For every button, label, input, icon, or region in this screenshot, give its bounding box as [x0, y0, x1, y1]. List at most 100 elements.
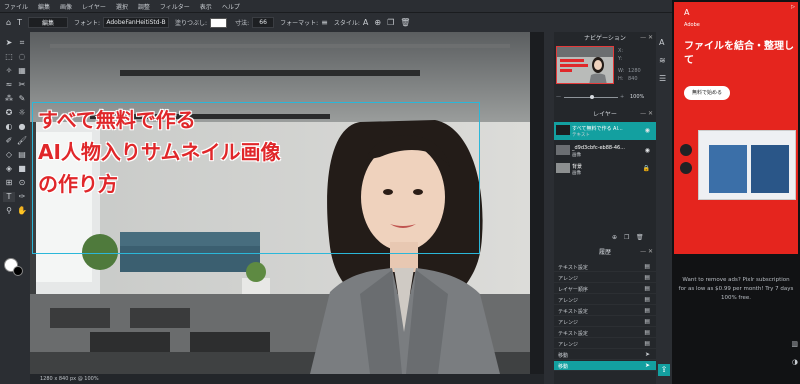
menu-adjust[interactable]: 調整: [138, 2, 150, 11]
fill-tool-icon[interactable]: ◈: [3, 164, 15, 174]
history-item[interactable]: アレンジ ▤: [554, 339, 656, 349]
shape-tool-icon[interactable]: ■: [16, 164, 28, 174]
add-layer-icon[interactable]: ⊕: [612, 234, 617, 241]
history-close-icon[interactable]: — ✕: [640, 248, 653, 255]
history-item-label: テキスト設定: [558, 309, 588, 315]
eraser-tool-icon[interactable]: ◇: [3, 150, 15, 160]
ai-assistant-icon[interactable]: ◑: [792, 358, 798, 366]
text-style-icon[interactable]: A: [363, 18, 368, 27]
font-select[interactable]: AdobeFanHeitiStd-B: [103, 17, 169, 28]
right-panels: ナビゲーション — ✕ X: Y: W: 1280 H: 840 — + 100…: [554, 32, 656, 384]
heal-tool-icon[interactable]: ✎: [16, 94, 28, 104]
style-label: スタイル:: [333, 20, 360, 27]
eyedropper-tool-icon[interactable]: ✑: [16, 192, 28, 202]
export-icon[interactable]: ⇪: [658, 364, 670, 376]
history-item[interactable]: アレンジ ▤: [554, 273, 656, 283]
blur-tool-icon[interactable]: ●: [16, 122, 28, 132]
wand-tool-icon[interactable]: ✧: [3, 66, 15, 76]
ad-info-icon[interactable]: ▷: [791, 4, 795, 10]
eye-icon[interactable]: ◉: [645, 147, 650, 154]
crop-tool-icon[interactable]: ⌗: [16, 38, 28, 48]
menu-view[interactable]: 表示: [200, 2, 212, 11]
dodge-tool-icon[interactable]: ☼: [16, 108, 28, 118]
size-label: 寸法:: [235, 20, 250, 27]
zoom-out-icon[interactable]: —: [556, 94, 561, 100]
marquee-tool-icon[interactable]: ⬚: [3, 52, 15, 62]
zoom-slider-knob[interactable]: [590, 95, 594, 99]
duplicate-layer-icon[interactable]: ❐: [624, 234, 629, 241]
canvas-area[interactable]: すべて無料で作る AI人物入りサムネイル画像 の作り方: [30, 32, 544, 374]
history-item[interactable]: テキスト設定 ▤: [554, 306, 656, 316]
remove-ads-text[interactable]: Want to remove ads? Pixlr subscription f…: [678, 276, 794, 303]
drawing-tool-icon[interactable]: ▦: [16, 66, 28, 76]
text-panel-icon[interactable]: A: [659, 38, 664, 47]
ad-cta-button[interactable]: 無料で始める: [684, 86, 730, 100]
ad-icon-2: [680, 162, 692, 174]
zoom-tool-icon[interactable]: ⚲: [3, 206, 15, 216]
cutout-tool-icon[interactable]: ✂: [16, 80, 28, 90]
stamp-tool-icon[interactable]: ⊞: [3, 178, 15, 188]
liquify-tool-icon[interactable]: ⁂: [3, 94, 15, 104]
gradient-tool-icon[interactable]: ▤: [16, 150, 28, 160]
navigator-thumbnail[interactable]: [556, 46, 614, 84]
home-icon[interactable]: ⌂: [6, 18, 11, 27]
arrange-tool-icon[interactable]: ➤: [3, 38, 15, 48]
history-item[interactable]: アレンジ ▤: [554, 295, 656, 305]
eye-icon[interactable]: ◉: [645, 127, 650, 134]
brush-tool-icon[interactable]: 🖌: [16, 136, 28, 146]
history-item[interactable]: テキスト設定 ▤: [554, 328, 656, 338]
ad-banner[interactable]: A Adobe ファイルを結合・整理して 無料で始める ▷: [674, 2, 798, 254]
layer-item[interactable]: 背景 画像 🔒: [554, 160, 656, 178]
size-select[interactable]: 66: [252, 17, 275, 28]
ad-screenshot-card: [751, 145, 789, 193]
add-icon[interactable]: ⊕: [374, 18, 381, 27]
duplicate-icon[interactable]: ❐: [387, 18, 394, 27]
layer-item[interactable]: すべて無料で作る AI... テキスト ◉: [554, 122, 656, 140]
headline-line-3: の作り方: [38, 172, 118, 196]
layers-close-icon[interactable]: — ✕: [640, 110, 653, 117]
align-left-icon[interactable]: ≡: [321, 18, 328, 27]
menu-help[interactable]: ヘルプ: [222, 2, 240, 11]
history-item-current[interactable]: 移動 ➤: [554, 361, 656, 371]
navigator-close-icon[interactable]: — ✕: [640, 34, 653, 41]
fill-color-swatch[interactable]: [210, 17, 228, 28]
hand-tool-icon[interactable]: ✋: [16, 206, 28, 216]
tool-bar: ➤ ⌗ ⬚ ◌ ✧ ▦ ≈ ✂ ⁂ ✎ ✪ ☼ ◐ ● ✐ 🖌 ◇ ▤ ◈ ■ …: [0, 32, 30, 384]
layers-panel-icon[interactable]: ≋: [659, 56, 666, 65]
lock-icon[interactable]: 🔒: [643, 165, 650, 172]
sponge-tool-icon[interactable]: ◐: [3, 122, 15, 132]
adjust-panel-icon[interactable]: ☰: [659, 74, 666, 83]
delete-layer-icon[interactable]: 🗑: [636, 234, 644, 241]
text-tool-icon[interactable]: T: [3, 192, 15, 202]
menu-image[interactable]: 画像: [60, 2, 72, 11]
zoom-value[interactable]: 100%: [630, 94, 644, 100]
thumbnail-headline-text[interactable]: すべて無料で作る AI人物入りサムネイル画像 の作り方: [38, 104, 281, 200]
options-bar: ⌂ T 編集 フォント: AdobeFanHeitiStd-B 塗りつぶし: 寸…: [0, 12, 672, 32]
headline-line-2: AI人物入りサムネイル画像: [38, 140, 281, 164]
layer-item[interactable]: _d9d3cbfc-eb88-46... 画像 ◉: [554, 142, 656, 160]
history-item[interactable]: テキスト設定 ▤: [554, 262, 656, 272]
pencil-tool-icon[interactable]: ✐: [3, 136, 15, 146]
wave-tool-icon[interactable]: ≈: [3, 80, 15, 90]
history-item[interactable]: アレンジ ▤: [554, 317, 656, 327]
menu-file[interactable]: ファイル: [4, 2, 28, 11]
history-item[interactable]: 移動 ➤: [554, 350, 656, 360]
nav-x-label: X:: [618, 48, 624, 54]
layer-type: テキスト: [572, 133, 590, 138]
menu-layer[interactable]: レイヤー: [82, 2, 106, 11]
zoom-in-icon[interactable]: +: [620, 94, 624, 100]
menu-filter[interactable]: フィルター: [160, 2, 190, 11]
edit-button[interactable]: 編集: [27, 17, 68, 28]
menu-select[interactable]: 選択: [116, 2, 128, 11]
history-item[interactable]: レイヤー順序 ▤: [554, 284, 656, 294]
ad-panel-icon[interactable]: ▥: [791, 340, 798, 348]
history-item-label: アレンジ: [558, 342, 579, 348]
history-item-icon: ▤: [644, 274, 650, 281]
trash-icon[interactable]: 🗑: [400, 18, 410, 27]
clone-tool-icon[interactable]: ✪: [3, 108, 15, 118]
picker-tool-icon[interactable]: ⊙: [16, 178, 28, 188]
background-color[interactable]: [13, 266, 23, 276]
nav-w-label: W:: [618, 68, 625, 74]
lasso-tool-icon[interactable]: ◌: [16, 52, 28, 62]
menu-edit[interactable]: 編集: [38, 2, 50, 11]
